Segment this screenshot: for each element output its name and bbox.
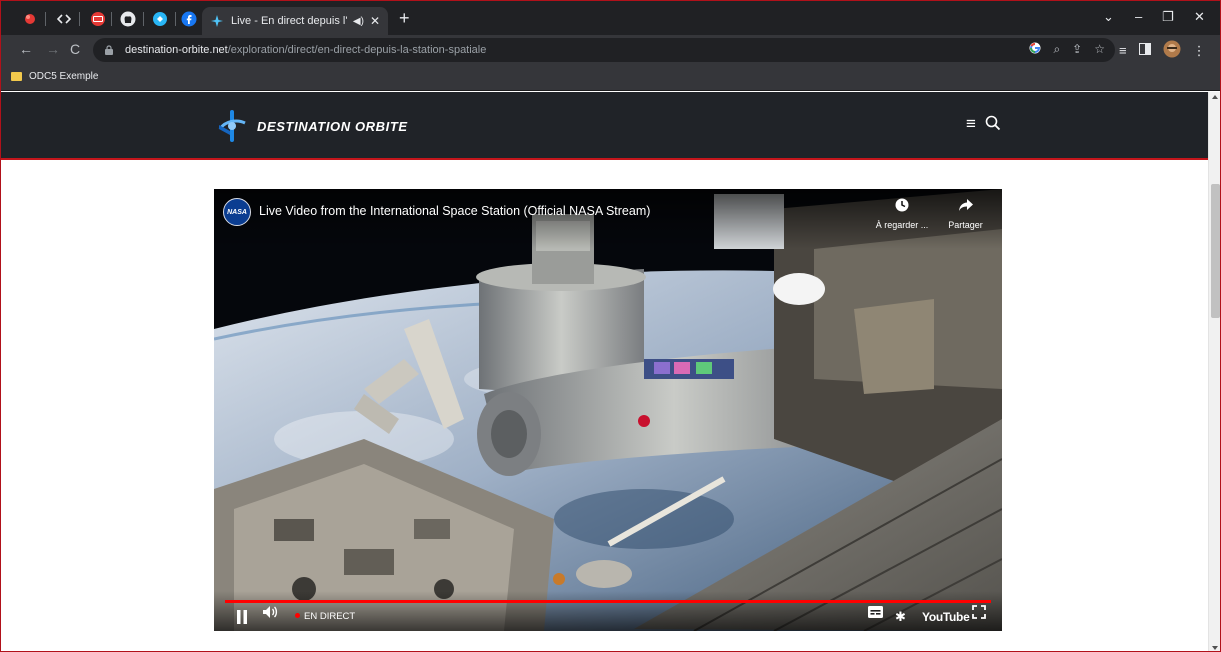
tool-icon[interactable]: [149, 8, 171, 30]
volume-icon[interactable]: [262, 605, 278, 624]
code-icon[interactable]: [53, 8, 75, 30]
live-indicator[interactable]: EN DIRECT: [295, 611, 355, 622]
channel-avatar[interactable]: NASA: [223, 198, 251, 226]
reading-list-icon[interactable]: ≡: [1119, 43, 1127, 58]
lock-icon: [105, 45, 113, 55]
bookmark-item[interactable]: ODC5 Exemple: [11, 71, 98, 82]
facebook-icon[interactable]: [178, 8, 200, 30]
speaker-icon[interactable]: ◀): [353, 16, 364, 27]
tab-search-chevron-icon[interactable]: ⌄: [1103, 9, 1114, 25]
fullscreen-icon[interactable]: [972, 605, 986, 624]
new-tab-plus-icon[interactable]: +: [399, 9, 410, 27]
minimize-icon[interactable]: –: [1135, 9, 1142, 25]
live-label: EN DIRECT: [304, 611, 356, 622]
browser-window: Live - En direct depuis l'ISS ◀) ✕ + ⌄ –…: [0, 0, 1221, 652]
share-page-icon[interactable]: ⇪: [1072, 42, 1082, 57]
folder-icon: [11, 72, 22, 81]
site-logo-icon: [218, 110, 246, 142]
site-logo[interactable]: DESTINATION ORBITE: [217, 109, 408, 143]
forward-arrow-icon[interactable]: →: [46, 41, 60, 57]
clock-icon: [895, 198, 909, 212]
window-close-icon[interactable]: ✕: [1194, 9, 1205, 25]
restore-icon[interactable]: ❐: [1162, 9, 1174, 25]
page-scrollbar[interactable]: [1208, 92, 1220, 651]
scroll-up-arrow-icon[interactable]: [1212, 95, 1218, 99]
reload-icon[interactable]: C: [70, 41, 80, 57]
web-page: DESTINATION ORBITE ≡ NASA Live Video fro…: [1, 92, 1208, 651]
iss-video-frame: [214, 189, 1002, 631]
active-tab[interactable]: Live - En direct depuis l'ISS ◀) ✕: [202, 7, 388, 35]
close-icon[interactable]: ✕: [370, 14, 380, 28]
settings-gear-icon[interactable]: ✱: [895, 610, 906, 624]
url-host: destination-orbite.net: [125, 44, 228, 56]
tab-strip: Live - En direct depuis l'ISS ◀) ✕ + ⌄ –…: [1, 1, 1220, 35]
bookmarks-bar: ODC5 Exemple: [1, 65, 1220, 91]
browser-toolbar: ← → C destination-orbite.net/exploration…: [1, 35, 1220, 65]
progress-bar[interactable]: [225, 600, 991, 603]
channel-avatar-text: NASA: [227, 208, 247, 216]
profile-avatar-icon[interactable]: [1163, 40, 1181, 61]
tabs-counter-icon[interactable]: [87, 8, 109, 30]
more-menu-icon[interactable]: ⋮: [1193, 43, 1206, 59]
active-tab-title: Live - En direct depuis l'ISS: [231, 15, 347, 27]
share-button[interactable]: Partager: [938, 198, 993, 230]
google-lens-icon[interactable]: [1029, 42, 1041, 57]
search-icon[interactable]: [985, 115, 1001, 136]
bookmark-star-icon[interactable]: ☆: [1094, 42, 1105, 57]
address-bar[interactable]: destination-orbite.net/exploration/direc…: [93, 38, 1115, 62]
share-arrow-icon: [958, 199, 973, 211]
site-name: DESTINATION ORBITE: [257, 118, 408, 134]
url-path: /exploration/direct/en-direct-depuis-la-…: [227, 44, 487, 56]
hamburger-menu-icon[interactable]: ≡: [966, 114, 976, 134]
site-header: DESTINATION ORBITE ≡: [1, 92, 1208, 160]
scroll-down-arrow-icon[interactable]: [1212, 646, 1218, 650]
scrollbar-thumb[interactable]: [1211, 184, 1220, 318]
video-title[interactable]: Live Video from the International Space …: [259, 204, 650, 218]
site-favicon-icon: [211, 15, 223, 27]
youtube-logo[interactable]: YouTube: [922, 610, 970, 624]
github-icon[interactable]: [117, 8, 139, 30]
pause-icon[interactable]: [236, 610, 248, 624]
watch-later-button[interactable]: À regarder ...: [871, 198, 933, 230]
subtitles-icon[interactable]: [868, 605, 883, 623]
red-app-icon[interactable]: [19, 8, 41, 30]
share-label: Partager: [948, 220, 983, 230]
side-panel-icon[interactable]: [1138, 43, 1151, 58]
watch-later-label: À regarder ...: [875, 220, 929, 230]
bookmark-label: ODC5 Exemple: [29, 71, 99, 82]
back-arrow-icon[interactable]: ←: [19, 41, 33, 57]
live-dot-icon: [295, 613, 300, 618]
video-player[interactable]: NASA Live Video from the International S…: [214, 189, 1002, 631]
zoom-icon[interactable]: ⌕: [1053, 42, 1060, 57]
